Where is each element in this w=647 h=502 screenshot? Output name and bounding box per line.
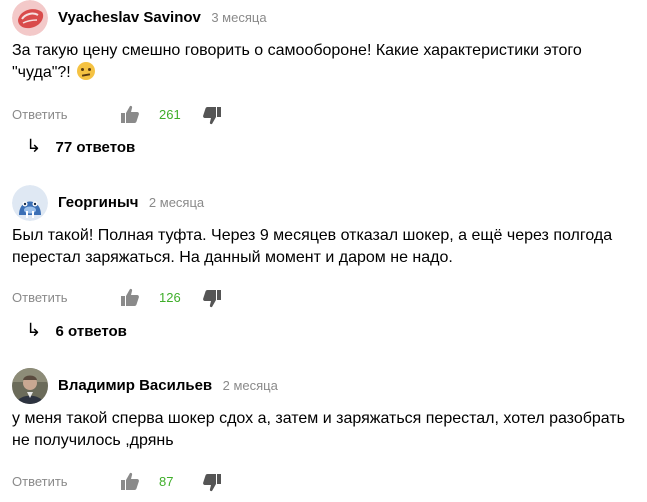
- avatar[interactable]: [12, 0, 48, 36]
- comment-header: Георгиныч 2 месяца: [58, 194, 204, 212]
- thumbs-up-icon[interactable]: [120, 471, 140, 491]
- avatar[interactable]: [12, 368, 48, 404]
- comment-body: За такую цену смешно говорить о самообор…: [12, 42, 582, 81]
- comment-actions: Ответить 261: [12, 104, 312, 128]
- comment-text: За такую цену смешно говорить о самообор…: [12, 40, 632, 84]
- author-name[interactable]: Vyacheslav Savinov: [58, 9, 201, 26]
- thumbs-up-icon[interactable]: [120, 287, 140, 307]
- reply-arrow-icon: ↳: [26, 320, 42, 340]
- comment-date: 3 месяца: [211, 10, 267, 25]
- show-replies-button[interactable]: ↳ 6 ответов: [26, 320, 127, 340]
- replies-count: 77 ответов: [55, 139, 136, 156]
- thumbs-up-icon[interactable]: [120, 104, 140, 124]
- show-replies-button[interactable]: ↳ 77 ответов: [26, 136, 135, 156]
- comment-text: у меня такой сперва шокер сдох а, затем …: [12, 410, 626, 449]
- comment-date: 2 месяца: [148, 195, 205, 210]
- reply-button[interactable]: Ответить: [12, 107, 68, 122]
- comment-date: 2 месяца: [222, 378, 278, 393]
- comment-actions: Ответить 126: [12, 287, 312, 311]
- comment-actions: Ответить 87: [12, 471, 312, 495]
- author-name[interactable]: Владимир Васильев: [58, 377, 212, 394]
- reply-arrow-icon: ↳: [26, 136, 42, 156]
- like-count: 87: [159, 474, 174, 489]
- reply-button[interactable]: Ответить: [12, 290, 68, 305]
- like-count: 126: [159, 290, 181, 305]
- comment-header: Vyacheslav Savinov 3 месяца: [58, 9, 267, 27]
- thumbs-down-icon[interactable]: [202, 106, 222, 126]
- thumbs-down-icon[interactable]: [202, 289, 222, 309]
- like-count: 261: [159, 107, 181, 122]
- thinking-face-icon: [77, 62, 96, 80]
- comment-header: Владимир Васильев 2 месяца: [58, 377, 278, 395]
- thumbs-down-icon[interactable]: [202, 473, 222, 493]
- author-name[interactable]: Георгиныч: [58, 194, 138, 211]
- reply-button[interactable]: Ответить: [12, 474, 68, 489]
- replies-count: 6 ответов: [55, 323, 127, 340]
- comment-text: Был такой! Полная туфта. Через 9 месяцев…: [12, 227, 613, 266]
- avatar[interactable]: [12, 185, 48, 221]
